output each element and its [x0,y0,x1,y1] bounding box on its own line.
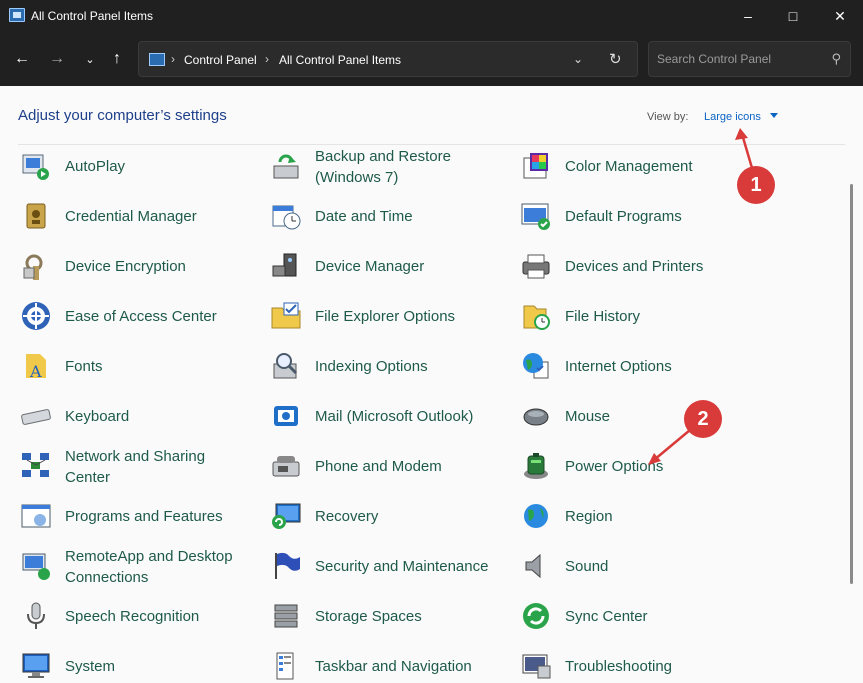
search-icon[interactable]: ⚲ [831,51,841,67]
chevron-right-icon: › [171,52,175,66]
title-bar: All Control Panel Items – □ ✕ [0,0,863,32]
up-button[interactable]: ↑ [105,48,129,70]
breadcrumb-all-items[interactable]: All Control Panel Items [279,53,401,67]
navigation-bar: ← → ⌄ ↑ › Control Panel › All Control Pa… [0,32,863,86]
maximize-button[interactable]: □ [770,0,816,32]
annotation-arrowhead-1 [735,128,748,140]
back-button[interactable]: ← [10,48,34,70]
address-bar[interactable]: › Control Panel › All Control Panel Item… [138,41,638,77]
annotation-arrow-2 [653,429,691,461]
refresh-icon[interactable]: ↻ [609,50,622,68]
window-title: All Control Panel Items [31,9,154,23]
close-button[interactable]: ✕ [817,0,863,32]
recent-locations-button[interactable]: ⌄ [78,48,102,70]
forward-button[interactable]: → [45,48,69,70]
annotation-arrows [648,128,754,465]
annotation-arrow-1 [740,133,754,169]
chevron-right-icon: › [265,52,269,66]
control-panel-icon [149,53,165,66]
chevron-down-icon[interactable]: ⌄ [573,52,583,66]
main-content: Adjust your computer’s settings View by:… [0,86,863,683]
search-box[interactable]: ⚲ [648,41,851,77]
minimize-button[interactable]: – [725,0,771,32]
control-panel-icon [9,8,25,22]
search-input[interactable] [657,50,822,68]
breadcrumb-control-panel[interactable]: Control Panel [184,53,257,67]
annotation-badge-2: 2 [684,400,722,438]
annotation-badge-1: 1 [737,166,775,204]
